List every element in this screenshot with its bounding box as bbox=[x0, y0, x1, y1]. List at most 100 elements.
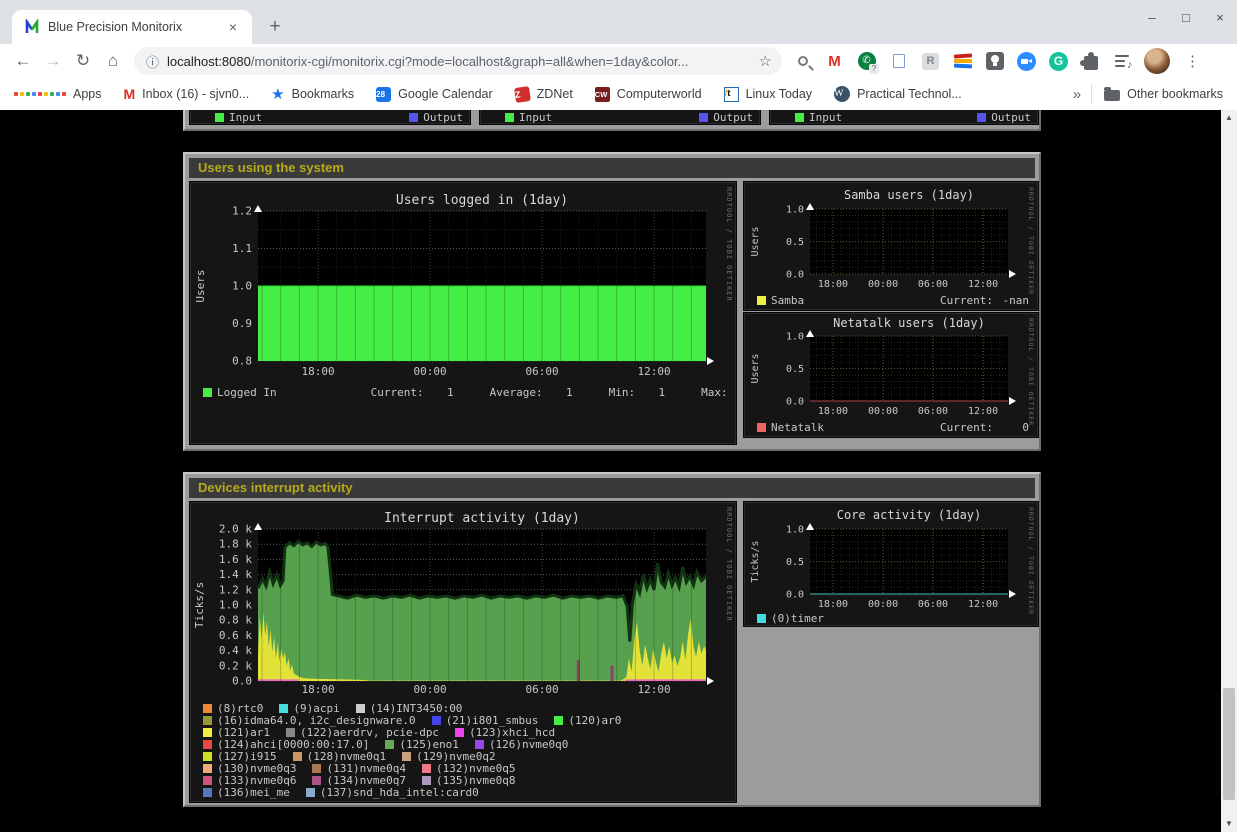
r-extension-icon[interactable]: R bbox=[920, 51, 941, 72]
browser-menu-icon[interactable]: ⋮ bbox=[1185, 52, 1199, 70]
users-logged-in-graph[interactable]: 1.21.11.00.90.818:0000:0006:0012:00Users… bbox=[190, 182, 736, 444]
back-button[interactable]: ← bbox=[8, 51, 38, 71]
svg-text:0.9: 0.9 bbox=[232, 317, 252, 330]
legend-item: Input bbox=[215, 111, 262, 124]
bookmarks-overflow-chevron[interactable]: » bbox=[1073, 86, 1081, 103]
window-maximize-button[interactable]: □ bbox=[1177, 10, 1195, 25]
tab-strip: Blue Precision Monitorix × + – □ × bbox=[0, 0, 1237, 44]
svg-text:1.4 k: 1.4 k bbox=[219, 568, 252, 581]
legend-stat: Current:0 bbox=[940, 422, 1029, 434]
bookmark-item-bookmarks[interactable]: ★ Bookmarks bbox=[271, 85, 354, 103]
svg-text:12:00: 12:00 bbox=[968, 279, 998, 290]
home-button[interactable]: ⌂ bbox=[98, 51, 128, 71]
svg-text:00:00: 00:00 bbox=[413, 365, 446, 378]
gmail-icon[interactable]: M bbox=[824, 51, 845, 72]
svg-text:0.0: 0.0 bbox=[786, 270, 804, 281]
svg-text:18:00: 18:00 bbox=[301, 683, 334, 696]
legend-item: Output bbox=[409, 111, 463, 124]
address-bar[interactable]: ⓘ localhost:8080/monitorix-cgi/monitorix… bbox=[134, 47, 782, 75]
playlist-icon[interactable]: ♪ bbox=[1112, 51, 1133, 72]
zdnet-icon: Z bbox=[514, 86, 531, 103]
apps-grid-icon bbox=[14, 92, 66, 96]
legend-item: (120)ar0 bbox=[554, 714, 621, 727]
window-minimize-button[interactable]: – bbox=[1143, 10, 1161, 25]
legend-item: (0)timer bbox=[757, 612, 824, 625]
top-strip-panel: Input Output bbox=[190, 110, 470, 124]
legend-item: Samba bbox=[757, 294, 804, 307]
section-title: Users using the system bbox=[189, 158, 1035, 178]
copy-icon[interactable] bbox=[888, 51, 909, 72]
svg-text:18:00: 18:00 bbox=[818, 406, 848, 417]
svg-text:0.5: 0.5 bbox=[786, 557, 804, 568]
netatalk-users-graph[interactable]: 1.00.50.018:0000:0006:0012:00Netatalk us… bbox=[744, 313, 1038, 437]
new-tab-button[interactable]: + bbox=[262, 14, 288, 40]
svg-text:Ticks/s: Ticks/s bbox=[193, 582, 206, 628]
hangouts-icon[interactable]: ✆? bbox=[856, 51, 877, 72]
bookmark-item-zdnet[interactable]: Z ZDNet bbox=[515, 87, 573, 102]
svg-text:Ticks/s: Ticks/s bbox=[750, 540, 761, 582]
legend-item: (137)snd_hda_intel:card0 bbox=[306, 786, 479, 799]
svg-text:12:00: 12:00 bbox=[968, 599, 998, 610]
forward-button[interactable]: → bbox=[38, 51, 68, 71]
svg-text:Users: Users bbox=[194, 269, 207, 302]
svg-text:0.0: 0.0 bbox=[786, 590, 804, 601]
profile-avatar[interactable] bbox=[1144, 48, 1170, 74]
samba-users-graph[interactable]: 1.00.50.018:0000:0006:0012:00Samba users… bbox=[744, 182, 1038, 310]
wordpress-icon: W bbox=[834, 86, 850, 102]
svg-text:Users: Users bbox=[750, 353, 761, 383]
rrdtool-credit: RRDTOOL / TOBI OETIKER bbox=[1027, 507, 1035, 615]
interrupt-activity-graph[interactable]: 2.0 k1.8 k1.6 k1.4 k1.2 k1.0 k0.8 k0.6 k… bbox=[190, 502, 736, 802]
monitorix-page: InputOutput InputOutput InputOutput User… bbox=[0, 110, 1221, 832]
svg-text:Users: Users bbox=[750, 226, 761, 256]
svg-text:Samba users (1day): Samba users (1day) bbox=[844, 188, 974, 202]
legend-stat: Current:1 bbox=[371, 386, 454, 399]
scrollbar-thumb[interactable] bbox=[1223, 688, 1235, 800]
svg-text:00:00: 00:00 bbox=[868, 279, 898, 290]
url-text[interactable]: localhost:8080/monitorix-cgi/monitorix.c… bbox=[167, 54, 753, 69]
reload-button[interactable]: ↻ bbox=[68, 51, 98, 71]
bookmark-item-linux-today[interactable]: /t Linux Today bbox=[724, 87, 813, 102]
legend-stat: Min:1 bbox=[609, 386, 666, 399]
section-users: Users using the system 1.21.11.00.90.818… bbox=[183, 152, 1041, 451]
svg-text:Interrupt activity (1day): Interrupt activity (1day) bbox=[384, 511, 580, 526]
tab-close-icon[interactable]: × bbox=[224, 19, 242, 35]
zoom-icon[interactable] bbox=[1016, 51, 1037, 72]
svg-text:18:00: 18:00 bbox=[818, 279, 848, 290]
keep-icon[interactable] bbox=[984, 51, 1005, 72]
svg-text:0.8: 0.8 bbox=[232, 355, 252, 368]
extensions-puzzle-icon[interactable] bbox=[1080, 51, 1101, 72]
browser-toolbar: ← → ↻ ⌂ ⓘ localhost:8080/monitorix-cgi/m… bbox=[0, 44, 1237, 78]
core-activity-graph[interactable]: 1.00.50.018:0000:0006:0012:00Core activi… bbox=[744, 502, 1038, 626]
svg-text:0.0: 0.0 bbox=[786, 397, 804, 408]
bookmark-item-inbox[interactable]: M Inbox (16) - sjvn0... bbox=[124, 86, 250, 102]
bookmark-item-apps[interactable]: Apps bbox=[14, 87, 102, 101]
top-strip-panel: InputOutput bbox=[770, 110, 1038, 124]
rrdtool-credit: RRDTOOL / TOBI OETIKER bbox=[1027, 187, 1035, 295]
bookmark-item-computerworld[interactable]: CW Computerworld bbox=[595, 87, 702, 102]
other-bookmarks[interactable]: Other bookmarks bbox=[1104, 87, 1223, 101]
bookmark-item-practical-technology[interactable]: W Practical Technol... bbox=[834, 86, 962, 102]
legend-item: Input bbox=[505, 111, 552, 124]
svg-text:1.8 k: 1.8 k bbox=[219, 538, 252, 551]
grammarly-icon[interactable]: G bbox=[1048, 51, 1069, 72]
svg-text:18:00: 18:00 bbox=[818, 599, 848, 610]
rrdtool-credit: RRDTOOL / TOBI OETIKER bbox=[725, 187, 733, 302]
legend-item: Input bbox=[795, 111, 842, 124]
legend-item: Output bbox=[699, 111, 753, 124]
window-controls: – □ × bbox=[1143, 10, 1229, 25]
scrollbar[interactable]: ▲ ▼ bbox=[1221, 110, 1237, 832]
scroll-up-arrow[interactable]: ▲ bbox=[1221, 110, 1237, 126]
window-close-button[interactable]: × bbox=[1211, 10, 1229, 25]
search-icon[interactable] bbox=[792, 51, 813, 72]
svg-text:1.2 k: 1.2 k bbox=[219, 583, 252, 596]
books-icon[interactable] bbox=[952, 51, 973, 72]
gmail-icon: M bbox=[124, 86, 136, 102]
svg-text:06:00: 06:00 bbox=[525, 365, 558, 378]
active-tab[interactable]: Blue Precision Monitorix × bbox=[12, 10, 252, 44]
bookmark-star-icon[interactable]: ☆ bbox=[759, 52, 772, 70]
svg-text:0.0: 0.0 bbox=[232, 675, 252, 688]
page-info-icon[interactable]: ⓘ bbox=[146, 52, 159, 71]
scroll-down-arrow[interactable]: ▼ bbox=[1221, 816, 1237, 832]
bookmarks-bar: Apps M Inbox (16) - sjvn0... ★ Bookmarks… bbox=[0, 78, 1237, 110]
bookmark-item-google-calendar[interactable]: 28 Google Calendar bbox=[376, 87, 493, 102]
